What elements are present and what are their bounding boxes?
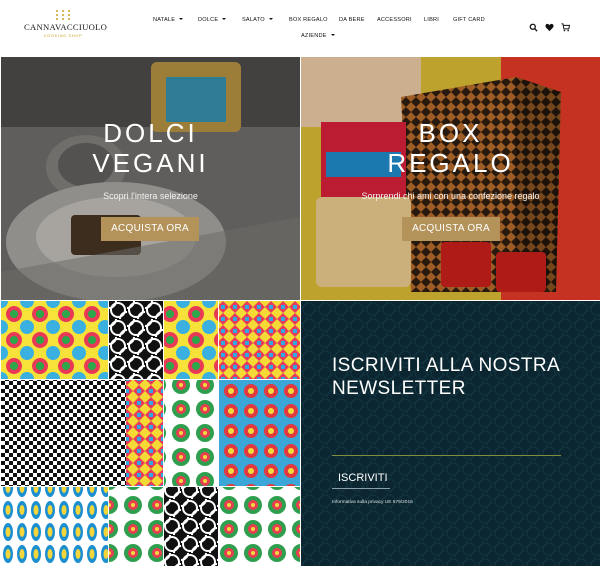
- nav-label: AZIENDE: [301, 33, 327, 39]
- nav-natale[interactable]: NATALE: [153, 17, 184, 23]
- privacy-notice-link[interactable]: Informativa sulla privacy UE 679/2016: [332, 500, 413, 505]
- hero-title-line2: VEGANI: [92, 148, 209, 178]
- acquista-ora-button[interactable]: ACQUISTA ORA: [402, 217, 500, 241]
- brand-name: CANNAVACCIUOLO: [24, 22, 108, 32]
- hero-title-line1: BOX: [418, 118, 483, 148]
- nav-label: LIBRI: [424, 17, 439, 23]
- newsletter-title: ISCRIVITI ALLA NOSTRA NEWSLETTER: [332, 355, 559, 399]
- nav-salato[interactable]: SALATO: [242, 17, 273, 23]
- nav-label: DA BERE: [339, 17, 365, 23]
- nav-label: GIFT CARD: [453, 17, 485, 23]
- hero-box-regalo[interactable]: BOX REGALO Sorprendi chi ami con una con…: [301, 57, 600, 300]
- nav-da-bere[interactable]: DA BERE: [339, 17, 365, 23]
- nav-accessori[interactable]: ACCESSORI: [377, 17, 412, 23]
- nav-box-regalo[interactable]: BOX REGALO: [289, 17, 328, 23]
- nav-label: NATALE: [153, 17, 176, 23]
- nav-libri[interactable]: LIBRI: [424, 17, 439, 23]
- majolica-tiles-image: [1, 301, 300, 566]
- chevron-down-icon: [179, 18, 184, 20]
- hero-dolci-vegani[interactable]: DOLCI VEGANI Scopri l'intera selezione A…: [1, 57, 300, 300]
- brand-logo[interactable]: CANNAVACCIUOLO COOKING SHOP: [24, 10, 108, 42]
- logo-mark: [56, 10, 70, 21]
- chevron-down-icon: [268, 18, 273, 20]
- hero-title-line1: DOLCI: [103, 118, 198, 148]
- vegan-sweets-photo: [1, 57, 300, 300]
- cart-icon[interactable]: [561, 23, 570, 32]
- nav-aziende[interactable]: AZIENDE: [301, 33, 335, 39]
- acquista-ora-button[interactable]: ACQUISTA ORA: [101, 217, 199, 241]
- nav-label: SALATO: [242, 17, 265, 23]
- newsletter-pattern-background: [301, 301, 600, 566]
- nav-label: BOX REGALO: [289, 17, 328, 23]
- gift-box-photo: [301, 57, 600, 300]
- newsletter-email-field[interactable]: [332, 442, 561, 460]
- email-input[interactable]: [332, 447, 561, 460]
- site-header: CANNAVACCIUOLO COOKING SHOP NATALE DOLCE…: [0, 0, 600, 56]
- heart-icon[interactable]: [545, 23, 554, 32]
- newsletter-section: ISCRIVITI ALLA NOSTRA NEWSLETTER ISCRIVI…: [301, 301, 600, 566]
- chevron-down-icon: [222, 18, 227, 20]
- hero-subtitle: Scopri l'intera selezione: [103, 191, 198, 201]
- search-icon[interactable]: [529, 23, 538, 32]
- hero-title-line2: REGALO: [387, 148, 514, 178]
- chevron-down-icon: [330, 34, 335, 36]
- nav-dolce[interactable]: DOLCE: [198, 17, 227, 23]
- nav-label: DOLCE: [198, 17, 219, 23]
- nav-label: ACCESSORI: [377, 17, 412, 23]
- nav-gift-card[interactable]: GIFT CARD: [453, 17, 485, 23]
- hero-subtitle: Sorprendi chi ami con una confezione reg…: [361, 191, 540, 201]
- brand-tagline: COOKING SHOP: [43, 33, 83, 38]
- subscribe-button[interactable]: ISCRIVITI: [332, 467, 390, 489]
